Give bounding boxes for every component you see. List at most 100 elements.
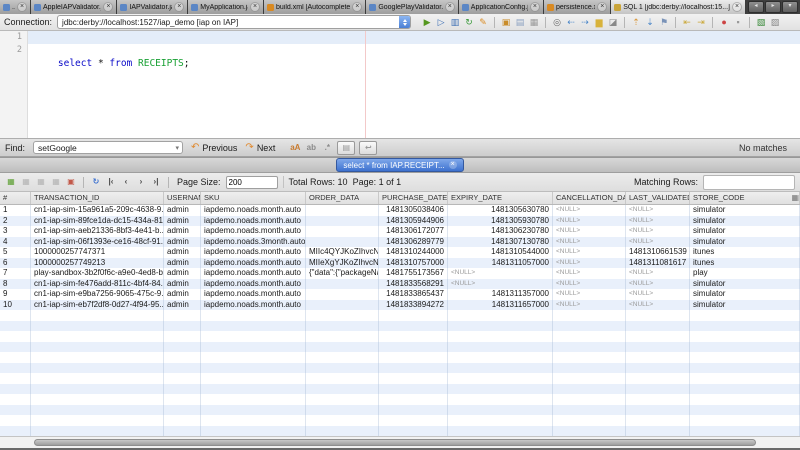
editor-tab[interactable]: ..tor × — [0, 0, 31, 14]
table-cell[interactable]: simulator — [690, 279, 800, 290]
tab-list-icon[interactable]: ▾ — [782, 1, 798, 13]
table-row[interactable] — [0, 342, 800, 353]
table-cell[interactable] — [448, 342, 553, 353]
table-cell[interactable] — [448, 405, 553, 416]
table-cell[interactable]: 5 — [0, 247, 31, 258]
table-cell[interactable] — [379, 352, 448, 363]
table-cell[interactable] — [379, 321, 448, 332]
table-cell[interactable]: 1481311657000 — [448, 300, 553, 311]
toolbar-separator[interactable] — [83, 177, 84, 188]
next-occurrence-icon[interactable]: ⇣ — [644, 16, 656, 28]
table-cell[interactable] — [164, 352, 201, 363]
table-cell[interactable] — [31, 352, 164, 363]
table-cell[interactable] — [306, 331, 379, 342]
previous-page-icon[interactable]: ‹ — [120, 176, 132, 188]
matching-rows-input[interactable] — [703, 175, 795, 190]
toggle-bookmark-icon[interactable]: ⚑ — [658, 16, 670, 28]
table-cell[interactable]: 8 — [0, 279, 31, 290]
table-cell[interactable]: MIIeXgYJKoZIhvcNAQc... — [306, 258, 379, 269]
table-cell[interactable] — [201, 310, 306, 321]
tab-close-icon[interactable]: × — [597, 2, 607, 12]
table-cell[interactable]: <NULL> — [553, 247, 626, 258]
table-cell[interactable] — [306, 279, 379, 290]
table-cell[interactable] — [164, 415, 201, 426]
shift-left-icon[interactable]: ⇤ — [681, 16, 693, 28]
table-cell[interactable] — [690, 331, 800, 342]
column-selector-icon[interactable]: ▦ — [791, 193, 799, 202]
table-cell[interactable] — [553, 310, 626, 321]
shift-right-icon[interactable]: ⇥ — [695, 16, 707, 28]
table-cell[interactable]: iapdemo.noads.month.auto — [201, 289, 306, 300]
highlight-results-icon[interactable]: aA — [289, 142, 301, 154]
toggle-highlight-icon[interactable]: ▆ — [593, 16, 605, 28]
table-cell[interactable]: 1481833865437 — [379, 289, 448, 300]
editor-tab[interactable]: MyApplication.java × — [188, 0, 264, 14]
table-cell[interactable] — [0, 394, 31, 405]
table-cell[interactable]: <NULL> — [553, 205, 626, 216]
table-cell[interactable] — [553, 331, 626, 342]
column-header[interactable]: PURCHASE_DATE — [379, 192, 448, 204]
table-cell[interactable]: iapdemo.noads.month.auto — [201, 258, 306, 269]
table-cell[interactable]: simulator — [690, 205, 800, 216]
toolbar-separator[interactable] — [494, 17, 495, 28]
table-cell[interactable] — [379, 342, 448, 353]
toolbar-separator[interactable] — [624, 17, 625, 28]
table-cell[interactable] — [379, 405, 448, 416]
dropdown-caret-icon[interactable]: ▾ — [176, 144, 183, 152]
table-cell[interactable]: 1481305944906 — [379, 216, 448, 227]
table-row[interactable]: 61000000257749213adminiapdemo.noads.mont… — [0, 258, 800, 269]
regex-icon[interactable]: .* — [321, 142, 333, 154]
table-cell[interactable]: 1481305930780 — [448, 216, 553, 227]
table-cell[interactable]: 10 — [0, 300, 31, 311]
table-cell[interactable] — [306, 216, 379, 227]
table-cell[interactable]: simulator — [690, 300, 800, 311]
column-header[interactable]: CANCELLATION_DATE — [553, 192, 626, 204]
editor-tab[interactable]: ApplicationConfig.java × — [459, 0, 544, 14]
table-cell[interactable]: 7 — [0, 268, 31, 279]
table-cell[interactable]: 1481305630780 — [448, 205, 553, 216]
refresh-connection-icon[interactable]: ↻ — [463, 16, 475, 28]
table-cell[interactable]: simulator — [690, 289, 800, 300]
table-cell[interactable]: 2 — [0, 216, 31, 227]
table-cell[interactable]: 6 — [0, 258, 31, 269]
table-cell[interactable] — [553, 405, 626, 416]
table-cell[interactable]: <NULL> — [553, 300, 626, 311]
table-cell[interactable]: cn1-iap-sim-e9ba7256-9065-475c-9... — [31, 289, 164, 300]
table-cell[interactable] — [201, 352, 306, 363]
tab-close-icon[interactable]: × — [530, 2, 540, 12]
table-cell[interactable]: iapdemo.noads.month.auto — [201, 226, 306, 237]
table-cell[interactable] — [306, 342, 379, 353]
table-cell[interactable] — [31, 310, 164, 321]
table-cell[interactable] — [164, 394, 201, 405]
table-cell[interactable]: admin — [164, 258, 201, 269]
stop-macro-icon[interactable]: ▪ — [732, 16, 744, 28]
table-cell[interactable]: <NULL> — [553, 258, 626, 269]
table-cell[interactable]: play — [690, 268, 800, 279]
run-sql-icon[interactable]: ▶ — [421, 16, 433, 28]
column-header[interactable]: # — [0, 192, 31, 204]
table-cell[interactable] — [379, 384, 448, 395]
table-cell[interactable]: 1481833568291 — [379, 279, 448, 290]
toolbar-separator[interactable] — [675, 17, 676, 28]
table-cell[interactable] — [164, 331, 201, 342]
table-cell[interactable] — [306, 384, 379, 395]
table-cell[interactable] — [201, 363, 306, 374]
table-cell[interactable] — [690, 415, 800, 426]
table-cell[interactable]: admin — [164, 226, 201, 237]
table-cell[interactable] — [306, 373, 379, 384]
column-header[interactable]: EXPIRY_DATE — [448, 192, 553, 204]
table-cell[interactable]: cn1-iap-sim-06f1393e-ce16-48cf-91... — [31, 237, 164, 248]
column-header[interactable]: ORDER_DATA — [306, 192, 379, 204]
table-row[interactable]: 1cn1-iap-sim-15a961a5-209c-4638-9...admi… — [0, 205, 800, 216]
table-cell[interactable] — [626, 373, 690, 384]
table-cell[interactable]: 1481307130780 — [448, 237, 553, 248]
table-cell[interactable]: iapdemo.noads.month.auto — [201, 216, 306, 227]
table-cell[interactable]: cn1-iap-sim-15a961a5-209c-4638-9... — [31, 205, 164, 216]
table-cell[interactable] — [553, 394, 626, 405]
table-row[interactable]: 9cn1-iap-sim-e9ba7256-9065-475c-9...admi… — [0, 289, 800, 300]
table-cell[interactable] — [379, 426, 448, 437]
tab-close-icon[interactable]: × — [250, 2, 260, 12]
scroll-tabs-right-icon[interactable]: ▸ — [765, 1, 781, 13]
table-cell[interactable] — [306, 289, 379, 300]
table-cell[interactable] — [164, 321, 201, 332]
